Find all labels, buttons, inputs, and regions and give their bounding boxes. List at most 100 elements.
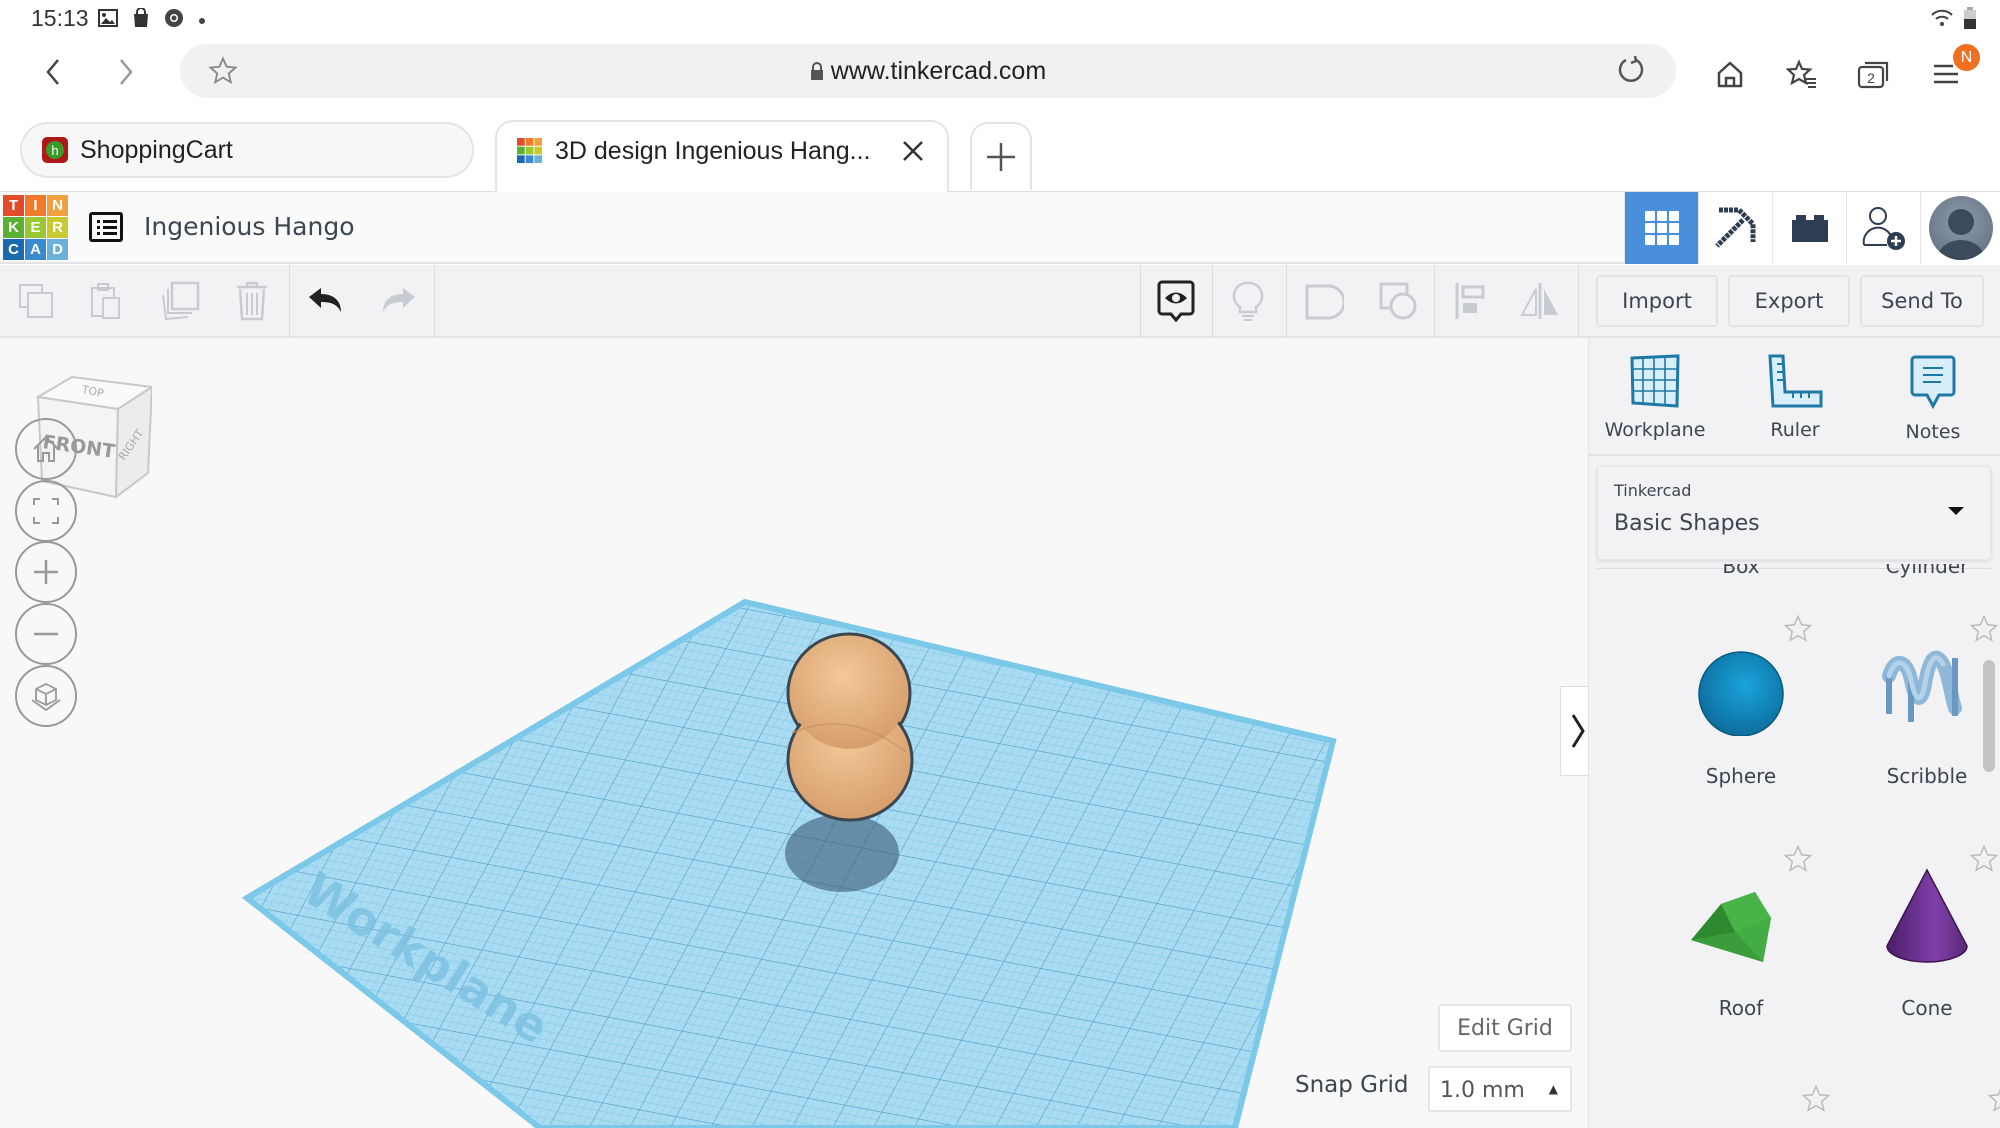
new-tab-button[interactable]: [970, 122, 1032, 190]
logo-letter: T: [3, 195, 24, 216]
bricks-button[interactable]: [1772, 192, 1846, 264]
copy-icon: [19, 284, 53, 318]
zoom-in-button[interactable]: [15, 541, 77, 603]
caret-down-icon: [1948, 507, 1964, 515]
logo-letter: C: [3, 239, 24, 260]
redo-icon: [383, 288, 415, 312]
snap-grid-value: 1.0 mm: [1440, 1078, 1525, 1103]
pickaxe-icon: [1714, 207, 1755, 248]
copy-button[interactable]: [14, 279, 58, 323]
avatar[interactable]: [1928, 196, 1993, 260]
svg-text:h: h: [51, 143, 58, 158]
favorite-star-icon[interactable]: [1987, 1084, 2000, 1114]
workplane-tool[interactable]: Workplane: [1595, 354, 1715, 441]
logo-letter: I: [25, 195, 46, 216]
shape-label-cylinder[interactable]: Cylinder: [1837, 564, 2000, 578]
delete-button[interactable]: [230, 279, 274, 323]
paste-button[interactable]: [84, 279, 128, 323]
shape-scribble[interactable]: Scribble: [1837, 614, 2000, 794]
edit-grid-button[interactable]: Edit Grid: [1438, 1004, 1572, 1052]
grid-icon: [1644, 211, 1679, 245]
mirror-button[interactable]: [1518, 279, 1562, 323]
tinkercad-logo[interactable]: T I N K E R C A D: [3, 195, 68, 260]
home-view-button[interactable]: [15, 418, 77, 480]
logo-letter: D: [47, 239, 68, 260]
ruler-tool[interactable]: Ruler: [1735, 354, 1855, 441]
zoom-out-button[interactable]: [15, 603, 77, 665]
shape-label: Roof: [1718, 996, 1764, 1020]
collapse-panel-button[interactable]: [1560, 686, 1588, 776]
project-title[interactable]: Ingenious Hango: [144, 212, 355, 241]
workplane-icon: [1630, 354, 1680, 408]
notification-badge: N: [1953, 44, 1980, 71]
align-button[interactable]: [1448, 279, 1492, 323]
ungroup-button[interactable]: [1376, 279, 1420, 323]
shape-cone[interactable]: Cone: [1837, 844, 2000, 1024]
tab-label: 3D design Ingenious Hang...: [555, 136, 871, 165]
fit-view-button[interactable]: [15, 480, 77, 542]
perspective-cube-icon: [31, 682, 61, 712]
light-button[interactable]: [1226, 279, 1270, 323]
logo-letter: K: [3, 217, 24, 238]
codeblocks-button[interactable]: [1698, 192, 1772, 264]
redo-button[interactable]: [376, 279, 420, 323]
workplane-tool-label: Workplane: [1604, 419, 1706, 441]
eye-note-icon: [1157, 280, 1195, 323]
paste-icon: [91, 283, 120, 319]
ruler-icon: [1768, 354, 1823, 408]
shape-library-dropdown[interactable]: Tinkercad Basic Shapes: [1597, 466, 1991, 560]
duplicate-button[interactable]: [158, 279, 202, 323]
logo-letter: A: [25, 239, 46, 260]
snap-grid-label: Snap Grid: [1295, 1072, 1409, 1098]
notes-toggle-button[interactable]: [1154, 279, 1198, 323]
menu-button[interactable]: N: [1926, 44, 1980, 94]
tab-switcher-button[interactable]: 2: [1854, 54, 1894, 94]
shape-label: Cone: [1901, 996, 1953, 1020]
undo-button[interactable]: [304, 279, 348, 323]
selected-object[interactable]: [786, 632, 914, 822]
tab-3d-design[interactable]: 3D design Ingenious Hang...: [495, 120, 949, 202]
scribble-thumbnail: [1882, 650, 1962, 722]
shape-roof[interactable]: Roof: [1651, 844, 1831, 1024]
group-button[interactable]: [1302, 279, 1346, 323]
export-button[interactable]: Export: [1728, 275, 1850, 327]
3d-design-view-button[interactable]: [1624, 192, 1698, 264]
shape-label-box[interactable]: Box: [1651, 564, 1831, 578]
caret-up-icon: ▲: [1548, 1082, 1558, 1096]
send-to-button[interactable]: Send To: [1860, 275, 1984, 327]
bookmarks-button[interactable]: [1782, 54, 1822, 94]
plus-icon: [987, 143, 1015, 171]
roof-thumbnail: [1691, 892, 1771, 962]
gallery-icon: [98, 9, 118, 32]
design-list-icon[interactable]: [89, 212, 123, 242]
panel-scrollbar[interactable]: [1983, 660, 1995, 772]
import-button[interactable]: Import: [1596, 275, 1718, 327]
favorite-star-icon[interactable]: [1801, 1084, 1831, 1114]
profile-button[interactable]: [1920, 192, 2000, 264]
duplicate-icon: [162, 281, 200, 321]
app-header: T I N K E R C A D Ingenious Hango: [0, 192, 2000, 264]
workplane-scene[interactable]: Workplane: [0, 338, 1588, 1128]
tab-shoppingcart[interactable]: h ShoppingCart: [20, 122, 474, 178]
fit-view-icon: [33, 498, 59, 524]
snap-grid-select[interactable]: 1.0 mm ▲: [1428, 1066, 1572, 1112]
library-source: Tinkercad: [1614, 481, 1692, 500]
tab-count: 2: [1867, 70, 1875, 86]
shopping-bag-icon: [132, 7, 150, 33]
browser-toolbar: www.tinkercad.com 2 N: [0, 38, 2000, 110]
perspective-button[interactable]: [15, 665, 77, 727]
home-button[interactable]: [1710, 54, 1750, 94]
close-tab-icon[interactable]: [901, 137, 925, 171]
library-name: Basic Shapes: [1614, 511, 1760, 536]
notes-tool[interactable]: Notes: [1873, 354, 1993, 443]
shape-sphere[interactable]: Sphere: [1651, 614, 1831, 794]
trash-icon: [237, 281, 267, 321]
edit-toolbar: Import Export Send To: [0, 265, 2000, 338]
invite-user-button[interactable]: [1846, 192, 1920, 264]
notes-icon: [1910, 355, 1956, 410]
shape-label: Sphere: [1705, 764, 1777, 788]
undo-icon: [309, 288, 341, 312]
add-user-icon: [1862, 207, 1905, 250]
3d-viewport[interactable]: Workplane TOP FRONT RIGHT Edit Grid Snap…: [0, 338, 1588, 1128]
home-icon: [33, 435, 59, 462]
